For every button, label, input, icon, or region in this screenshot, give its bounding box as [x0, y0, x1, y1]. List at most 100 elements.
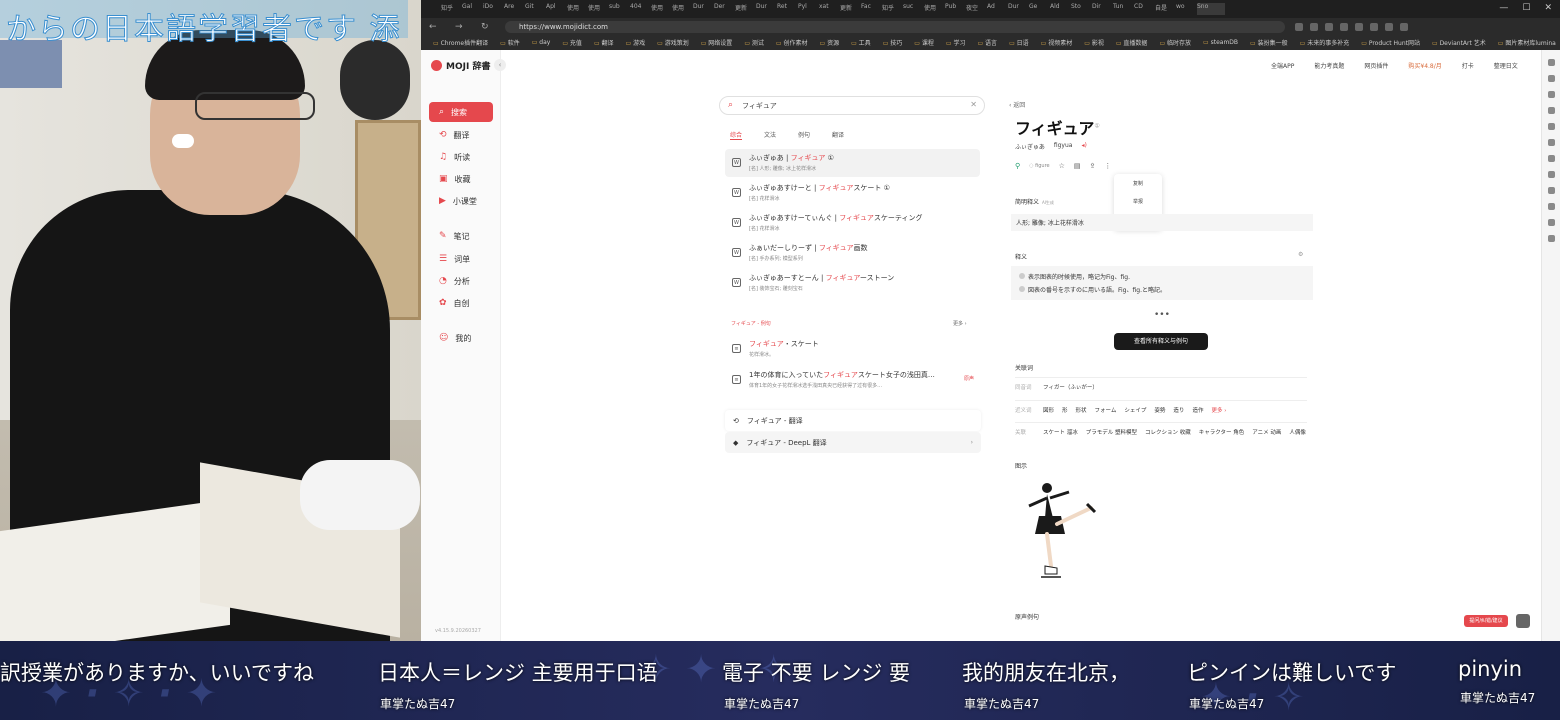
browser-tab[interactable]: Ge: [1029, 3, 1048, 15]
related-more-link[interactable]: 更多 ›: [1211, 406, 1226, 414]
sidebar-item-6[interactable]: ☰ 词单: [429, 249, 493, 269]
side-panel-icon[interactable]: [1547, 123, 1555, 130]
browser-tab[interactable]: Ret: [777, 3, 796, 15]
related-word[interactable]: シェイプ: [1124, 406, 1146, 414]
maximize-icon[interactable]: ☐: [1522, 3, 1530, 13]
share-icon[interactable]: ⇪: [1090, 162, 1096, 170]
side-panel-icon[interactable]: [1547, 107, 1555, 114]
chat-icon[interactable]: [1516, 614, 1530, 628]
browser-tab[interactable]: Der: [714, 3, 733, 15]
browser-tab[interactable]: 更新: [735, 3, 754, 15]
browser-tab[interactable]: 知乎: [441, 3, 460, 15]
browser-tab[interactable]: 使用: [567, 3, 586, 15]
related-word[interactable]: フォーム: [1095, 406, 1117, 414]
result-item[interactable]: W ふぃぎゅあすけーてぃんぐ | フィギュアスケーティング [名] 花样滑冰: [725, 209, 980, 237]
bookmark-item[interactable]: day: [532, 39, 550, 46]
browser-tab[interactable]: iDo: [483, 3, 502, 15]
extension-icon[interactable]: [1325, 22, 1333, 31]
sidebar-item-2[interactable]: ♫ 听读: [429, 147, 493, 167]
side-panel-icon[interactable]: [1547, 219, 1555, 226]
bookmark-item[interactable]: Product Hunt网站: [1361, 38, 1420, 47]
result-item[interactable]: W ふぃぎゅあ | フィギュア ① [名] 人形; 雕像; 冰上花样滑冰: [725, 149, 980, 177]
browser-tab[interactable]: Ad: [987, 3, 1006, 15]
side-panel-icon[interactable]: [1547, 235, 1555, 242]
browser-tab[interactable]: Apl: [546, 3, 565, 15]
related-word[interactable]: スケート 溜冰: [1043, 428, 1078, 436]
extension-icon[interactable]: [1400, 22, 1408, 31]
related-word[interactable]: プラモデル 塑料模型: [1086, 428, 1137, 436]
note-icon[interactable]: ▤: [1074, 162, 1081, 170]
related-word[interactable]: フィガー（ふぃがー）: [1043, 383, 1098, 391]
browser-tab[interactable]: xat: [819, 3, 838, 15]
examples-more-link[interactable]: 更多 ›: [953, 320, 967, 327]
back-link[interactable]: ‹ 返回: [1009, 100, 1025, 109]
side-panel-icon[interactable]: [1547, 187, 1555, 194]
speaker-icon[interactable]: ◂): [1081, 142, 1086, 151]
bookmark-item[interactable]: 游戏策划: [657, 38, 689, 47]
related-word[interactable]: コレクション 收藏: [1145, 428, 1191, 436]
extension-icon[interactable]: [1370, 22, 1378, 31]
search-tab-0[interactable]: 综合: [730, 130, 743, 140]
result-item[interactable]: W ふぃぎゅあーすとーん | フィギュアーストーン [名] 装饰宝石; 雕刻宝石: [725, 269, 980, 297]
bookmark-item[interactable]: Chrome插件翻译: [433, 38, 489, 47]
close-icon[interactable]: ✕: [1544, 3, 1552, 13]
search-input[interactable]: [742, 99, 962, 112]
related-word[interactable]: キャラクター 角色: [1199, 428, 1245, 436]
bookmark-item[interactable]: 游戏: [626, 38, 645, 47]
header-link-3[interactable]: 购买¥4.8/月: [1408, 61, 1441, 70]
related-word[interactable]: 人偶像: [1289, 428, 1306, 436]
bookmark-item[interactable]: 装扮集一般: [1250, 38, 1288, 47]
side-panel-icon[interactable]: [1547, 139, 1555, 146]
browser-tab[interactable]: sub: [609, 3, 628, 15]
result-item[interactable]: W ふぃぎゅあすけーと | フィギュアスケート ① [名] 花样滑冰: [725, 179, 980, 207]
bookmark-item[interactable]: 课程: [914, 38, 934, 47]
menu-item-0[interactable]: 复制: [1114, 176, 1162, 192]
clear-icon[interactable]: ✕: [970, 100, 977, 109]
bookmark-item[interactable]: 创作素材: [776, 38, 807, 47]
example-item[interactable]: ≡ 1年の体育に入っていたフィギュアスケート女子の浅田真… 体育1年的女子花样滑冰选…: [725, 366, 980, 392]
tag-icon[interactable]: ⚲: [1015, 162, 1020, 170]
bookmark-item[interactable]: 学习: [946, 38, 965, 47]
browser-tab[interactable]: suc: [903, 3, 922, 15]
browser-tab[interactable]: 使用: [588, 3, 607, 15]
browser-tab[interactable]: Fac: [861, 3, 880, 15]
browser-tab[interactable]: wo: [1176, 3, 1195, 15]
browser-tab[interactable]: Sto: [1071, 3, 1090, 15]
side-panel-icon[interactable]: [1547, 171, 1555, 178]
example-item[interactable]: ≡ フィギュア・スケート 花样滑冰。: [725, 335, 980, 361]
browser-tab[interactable]: Pub: [945, 3, 964, 15]
search-tab-2[interactable]: 例句: [798, 130, 810, 140]
related-word[interactable]: 造り: [1173, 406, 1184, 414]
menu-item-1[interactable]: 举报: [1114, 194, 1162, 210]
side-panel-icon[interactable]: [1547, 203, 1555, 210]
browser-tab[interactable]: Tun: [1113, 3, 1132, 15]
translate-card-1[interactable]: ◆ フィギュア - DeepL 翻译 ›: [725, 432, 981, 453]
bookmark-item[interactable]: 临时存放: [1159, 38, 1191, 47]
search-tab-1[interactable]: 文法: [764, 130, 776, 140]
bookmark-item[interactable]: 资源: [820, 38, 839, 47]
star-icon[interactable]: ☆: [1059, 162, 1065, 170]
translate-card-0[interactable]: ⟲ フィギュア - 翻译: [725, 410, 981, 431]
browser-tab[interactable]: 自是: [1155, 3, 1174, 15]
bookmark-item[interactable]: 翻译: [594, 38, 614, 47]
app-logo[interactable]: MOJI 辞書: [431, 59, 490, 72]
header-link-4[interactable]: 打卡: [1462, 61, 1474, 70]
sidebar-item-4[interactable]: ▶ 小课堂: [429, 191, 493, 211]
ellipsis-icon[interactable]: •••: [1154, 310, 1170, 320]
header-link-1[interactable]: 能力考真题: [1314, 61, 1344, 70]
browser-tab[interactable]: 使用: [651, 3, 670, 15]
browser-tab[interactable]: Git: [525, 3, 544, 15]
browser-tab[interactable]: 夜空: [966, 3, 985, 15]
side-panel-icon[interactable]: [1547, 91, 1555, 98]
browser-tab[interactable]: Dur: [1008, 3, 1027, 15]
browser-tab[interactable]: Are: [504, 3, 523, 15]
related-word[interactable]: アニメ 动画: [1252, 428, 1281, 436]
browser-tab[interactable]: Sno: [1197, 3, 1225, 15]
sidebar-item-8[interactable]: ✿ 自创: [429, 293, 493, 313]
bookmark-item[interactable]: 测试: [744, 38, 764, 47]
browser-tab[interactable]: 404: [630, 3, 649, 15]
view-all-definitions-button[interactable]: 查看所有释义与例句: [1114, 333, 1208, 350]
bookmark-item[interactable]: 日语: [1009, 38, 1029, 47]
url-field[interactable]: https://www.mojidict.com: [505, 20, 1285, 33]
sidebar-item-7[interactable]: ◔ 分析: [429, 271, 493, 291]
